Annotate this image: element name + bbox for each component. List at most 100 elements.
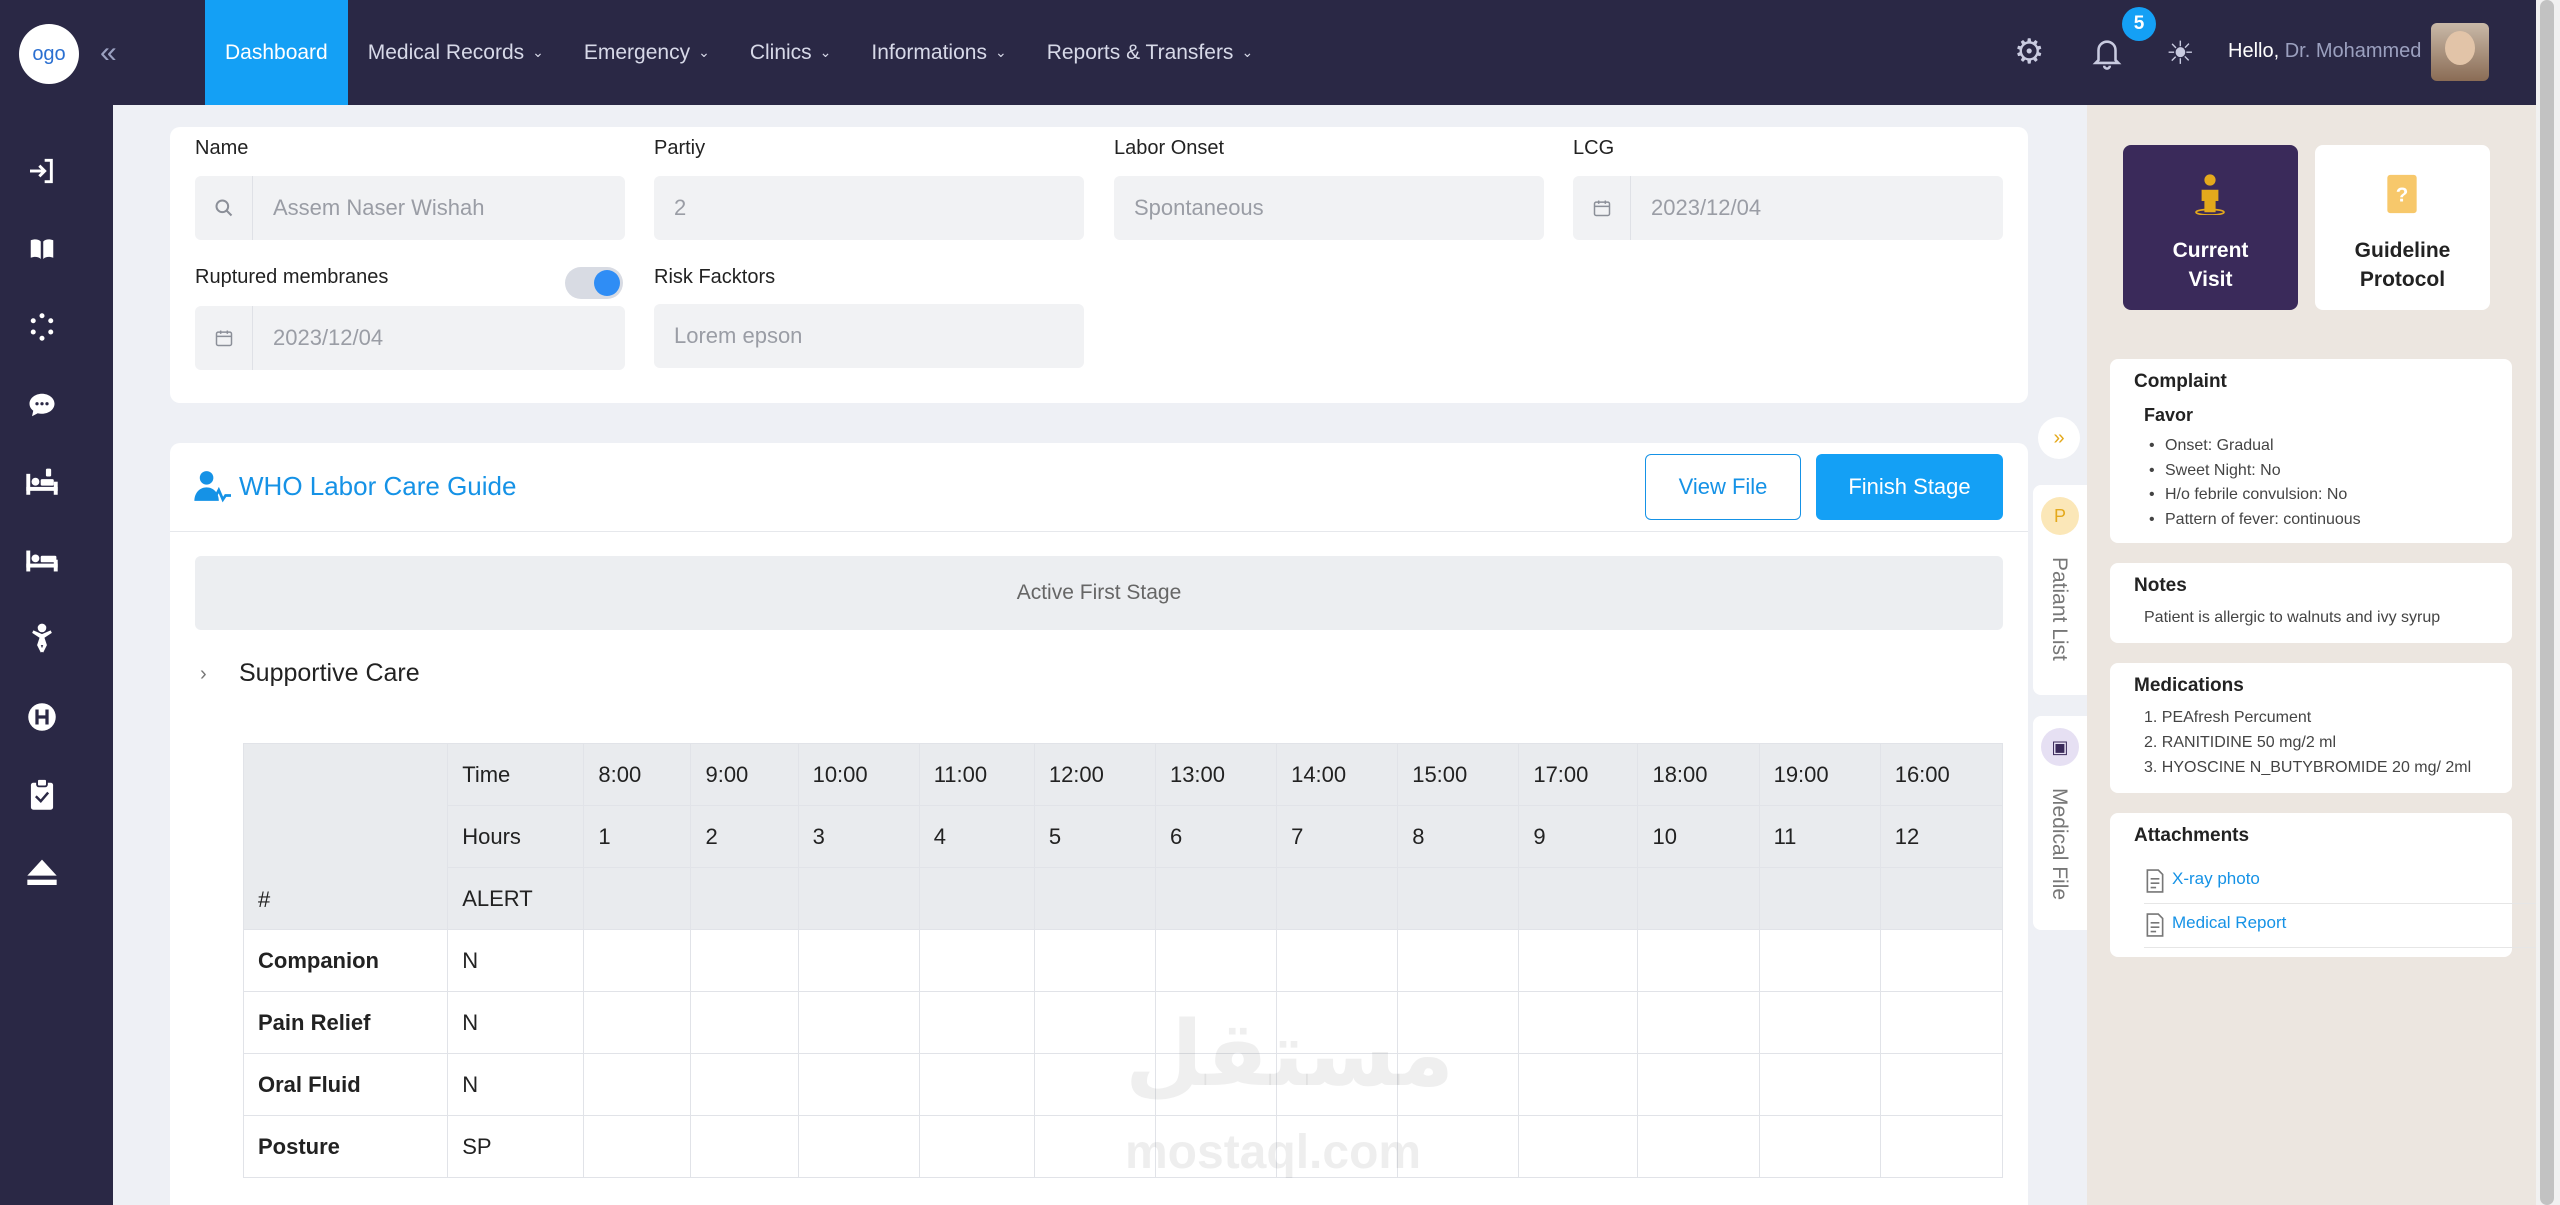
notes-text: Patient is allergic to walnuts and ivy s… xyxy=(2144,609,2441,626)
table-cell[interactable] xyxy=(1758,991,1881,1054)
finish-stage-button[interactable]: Finish Stage xyxy=(1816,454,2003,520)
labor-onset-field[interactable]: Spontaneous xyxy=(1114,176,1544,240)
ruptured-date-field[interactable]: 2023/12/04 xyxy=(195,306,625,370)
table-cell[interactable] xyxy=(1397,929,1520,992)
table-cell[interactable] xyxy=(583,929,692,992)
attachment-medical-report-link[interactable]: Medical Report xyxy=(2172,913,2286,933)
nav-informations[interactable]: Informations ⌄ xyxy=(851,0,1026,105)
patient-list-icon: P xyxy=(2041,497,2079,535)
table-cell[interactable] xyxy=(1154,867,1278,930)
table-cell[interactable] xyxy=(1276,867,1399,930)
table-cell[interactable] xyxy=(1518,991,1639,1054)
table-cell[interactable] xyxy=(797,991,920,1054)
table-cell[interactable] xyxy=(797,1115,920,1178)
table-cell[interactable] xyxy=(1758,1053,1881,1116)
table-cell[interactable] xyxy=(1758,929,1881,992)
baby-icon[interactable] xyxy=(22,619,62,659)
lcg-date-field[interactable]: 2023/12/04 xyxy=(1573,176,2003,240)
table-cell[interactable] xyxy=(797,867,920,930)
table-cell[interactable] xyxy=(583,867,692,930)
table-cell[interactable] xyxy=(918,867,1035,930)
table-cell[interactable] xyxy=(1518,1115,1639,1178)
medical-file-tab[interactable]: ▣ Medical File xyxy=(2033,716,2087,930)
table-cell[interactable] xyxy=(1879,1115,2004,1178)
theme-sun-icon[interactable]: ☀ xyxy=(2166,34,2195,72)
chat-icon[interactable] xyxy=(22,385,62,425)
table-cell[interactable] xyxy=(1518,1053,1639,1116)
table-cell[interactable] xyxy=(1276,929,1399,992)
table-cell[interactable] xyxy=(1758,1115,1881,1178)
table-cell[interactable] xyxy=(1033,929,1156,992)
table-cell[interactable] xyxy=(583,1115,692,1178)
guideline-protocol-tile[interactable]: ? Guideline Protocol xyxy=(2315,145,2490,310)
table-cell[interactable] xyxy=(1637,867,1760,930)
table-cell[interactable] xyxy=(690,991,799,1054)
table-cell[interactable] xyxy=(918,929,1035,992)
table-cell[interactable] xyxy=(1033,867,1156,930)
table-cell[interactable] xyxy=(1758,867,1881,930)
parity-field[interactable]: 2 xyxy=(654,176,1084,240)
table-cell[interactable] xyxy=(690,1053,799,1116)
current-visit-tile[interactable]: Current Visit xyxy=(2123,145,2298,310)
collapse-sidebar-icon[interactable]: « xyxy=(100,38,117,68)
table-cell[interactable] xyxy=(583,991,692,1054)
attachment-xray-link[interactable]: X-ray photo xyxy=(2172,869,2260,889)
avatar[interactable] xyxy=(2431,23,2489,81)
table-cell[interactable] xyxy=(1518,867,1639,930)
clipboard-icon[interactable] xyxy=(22,775,62,815)
nav-label: Reports & Transfers xyxy=(1046,40,1234,64)
table-cell[interactable] xyxy=(1879,867,2004,930)
complaint-card: Complaint Favor Onset: Gradual Sweet Nig… xyxy=(2110,359,2512,543)
table-cell[interactable] xyxy=(1637,929,1760,992)
table-cell[interactable] xyxy=(1518,929,1639,992)
hour-cell: 9 xyxy=(1518,805,1639,868)
medication-item: 2. RANITIDINE 50 mg/2 ml xyxy=(2144,734,2337,751)
name-search-field[interactable]: Assem Naser Wishah xyxy=(195,176,625,240)
user-name: Dr. Mohammed xyxy=(2284,40,2422,62)
bed-icon[interactable] xyxy=(22,541,62,581)
nav-emergency[interactable]: Emergency ⌄ xyxy=(564,0,730,105)
table-cell[interactable] xyxy=(1637,1053,1760,1116)
hour-cell: 11 xyxy=(1758,805,1881,868)
hospital-h-icon[interactable] xyxy=(22,697,62,737)
scrollbar-thumb[interactable] xyxy=(2540,0,2554,1205)
table-cell[interactable] xyxy=(1154,929,1278,992)
table-cell[interactable] xyxy=(918,1115,1035,1178)
nav-clinics[interactable]: Clinics ⌄ xyxy=(730,0,852,105)
loader-icon[interactable] xyxy=(22,307,62,347)
time-cell: 13:00 xyxy=(1154,743,1278,806)
table-cell[interactable] xyxy=(1879,1053,2004,1116)
table-cell[interactable] xyxy=(918,991,1035,1054)
nav-dashboard[interactable]: Dashboard xyxy=(205,0,348,105)
ruptured-membranes-toggle[interactable] xyxy=(565,267,623,299)
table-cell[interactable] xyxy=(690,1115,799,1178)
table-cell[interactable] xyxy=(797,929,920,992)
table-cell[interactable] xyxy=(1637,1115,1760,1178)
supportive-care-title[interactable]: Supportive Care xyxy=(239,659,420,688)
book-icon[interactable] xyxy=(22,229,62,269)
table-cell[interactable] xyxy=(583,1053,692,1116)
view-file-button[interactable]: View File xyxy=(1645,454,1801,520)
chevron-right-icon[interactable]: › xyxy=(200,663,207,686)
alert-value: N xyxy=(447,1053,585,1116)
eject-icon[interactable] xyxy=(22,853,62,893)
patient-list-tab[interactable]: P Patiant List xyxy=(2033,485,2087,695)
table-cell[interactable] xyxy=(918,1053,1035,1116)
table-cell[interactable] xyxy=(690,867,799,930)
table-cell[interactable] xyxy=(690,929,799,992)
notification-bell-icon[interactable] xyxy=(2090,34,2124,81)
logo[interactable]: ogo xyxy=(19,24,79,84)
nav-reports-transfers[interactable]: Reports & Transfers ⌄ xyxy=(1027,0,1273,105)
login-icon[interactable] xyxy=(22,151,62,191)
guideline-line1: Guideline xyxy=(2354,239,2451,262)
expand-panel-icon[interactable]: » xyxy=(2038,417,2080,459)
settings-gear-icon[interactable]: ⚙ xyxy=(2014,32,2044,72)
nav-medical-records[interactable]: Medical Records ⌄ xyxy=(348,0,564,105)
risk-factors-field[interactable]: Lorem epson xyxy=(654,304,1084,368)
hospital-bed-icon[interactable] xyxy=(22,463,62,503)
table-cell[interactable] xyxy=(1879,991,2004,1054)
table-cell[interactable] xyxy=(1637,991,1760,1054)
table-cell[interactable] xyxy=(1879,929,2004,992)
table-cell[interactable] xyxy=(1397,867,1520,930)
table-cell[interactable] xyxy=(797,1053,920,1116)
